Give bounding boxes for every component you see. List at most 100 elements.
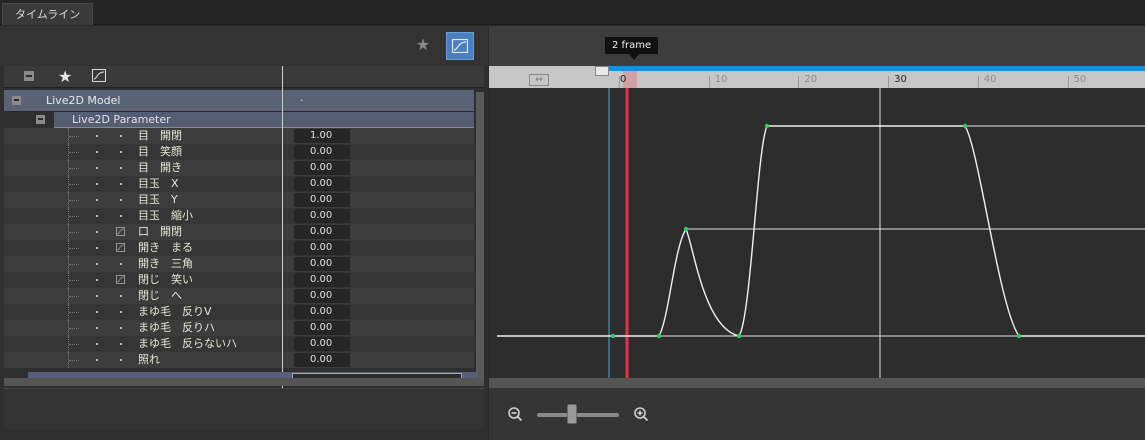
parameter-value-field[interactable]: 0.00 xyxy=(294,353,350,367)
parameter-name: 開き まる xyxy=(138,241,193,254)
zoom-slider-knob[interactable] xyxy=(567,404,577,424)
visibility-dot-icon[interactable] xyxy=(96,199,98,201)
column-divider[interactable] xyxy=(282,66,283,406)
parameter-row[interactable]: 閉じ へ 0.00 xyxy=(4,288,474,304)
parameter-name: 目玉 縮小 xyxy=(138,209,193,222)
dot-icon xyxy=(120,311,122,313)
parameter-value-field[interactable]: 0.00 xyxy=(294,225,350,239)
parameter-name: まゆ毛 反らないハ xyxy=(138,337,237,350)
tree-connector xyxy=(68,272,80,288)
parameter-name: 目 開き xyxy=(138,161,182,174)
parameter-row[interactable]: 閉じ 笑い 0.00 xyxy=(4,272,474,288)
parameter-value-field[interactable]: 0.00 xyxy=(294,273,350,287)
parameter-row[interactable]: 目玉 X 0.00 xyxy=(4,176,474,192)
parameter-value-field[interactable]: 0.00 xyxy=(294,321,350,335)
visibility-dot-icon[interactable] xyxy=(96,151,98,153)
visibility-dot-icon[interactable] xyxy=(96,247,98,249)
panel-toolbar: ★ xyxy=(0,26,488,66)
visibility-dot-icon[interactable] xyxy=(96,343,98,345)
curve-graph[interactable] xyxy=(489,88,1145,378)
keyframe-point[interactable] xyxy=(656,333,662,339)
visibility-dot-icon[interactable] xyxy=(96,311,98,313)
frame-ruler[interactable]: ↔ 0 10 20 30 40 50 xyxy=(489,66,1145,88)
parameter-row[interactable]: 開き まる 0.00 xyxy=(4,240,474,256)
parameter-row[interactable]: 目 笑顔 0.00 xyxy=(4,144,474,160)
keyframe-point[interactable] xyxy=(736,333,742,339)
tree-connector xyxy=(68,208,80,224)
panel-footer xyxy=(4,388,484,430)
play-range-bar[interactable] xyxy=(609,66,1145,71)
curve-editor-toggle-button[interactable] xyxy=(446,32,474,60)
zoom-slider-track[interactable] xyxy=(537,413,619,417)
visibility-dot-icon[interactable] xyxy=(96,231,98,233)
keyframe-point[interactable] xyxy=(683,226,689,232)
curve-icon xyxy=(452,39,468,53)
parameter-value-field[interactable]: 0.00 xyxy=(294,209,350,223)
curve-filter-icon[interactable] xyxy=(92,69,106,82)
tree-connector xyxy=(68,320,80,336)
collapse-all-icon[interactable] xyxy=(24,71,34,81)
parameter-row[interactable]: まゆ毛 反りハ 0.00 xyxy=(4,320,474,336)
parameter-name: 照れ xyxy=(138,353,160,366)
tree-row-live2d-model[interactable]: Live2D Model · xyxy=(4,90,474,112)
visibility-dot-icon[interactable] xyxy=(96,167,98,169)
tree-connector xyxy=(68,304,80,320)
parameter-name: 目玉 X xyxy=(138,177,179,190)
parameter-value-field[interactable]: 0.00 xyxy=(294,289,350,303)
visibility-dot-icon[interactable] xyxy=(96,327,98,329)
current-frame-tooltip: 2 frame xyxy=(605,37,659,60)
parameter-value-field[interactable]: 0.00 xyxy=(294,161,350,175)
ruler-major-tick xyxy=(977,76,979,88)
fit-range-icon[interactable]: ↔ xyxy=(529,74,549,86)
parameter-value-field[interactable]: 1.00 xyxy=(294,129,350,143)
collapse-parameter-icon[interactable] xyxy=(36,115,45,124)
parameter-value-field[interactable]: 0.00 xyxy=(294,337,350,351)
curve-graph-canvas[interactable] xyxy=(489,88,1145,378)
visibility-dot-icon[interactable] xyxy=(96,263,98,265)
tree-connector xyxy=(68,192,80,208)
keyframe-point[interactable] xyxy=(610,333,616,339)
parameter-row[interactable]: 目 開き 0.00 xyxy=(4,160,474,176)
zoom-out-icon[interactable] xyxy=(507,406,523,422)
visibility-dot-icon[interactable] xyxy=(96,215,98,217)
parameter-value-field[interactable]: 0.00 xyxy=(294,257,350,271)
parameter-value-field[interactable]: 0.00 xyxy=(294,177,350,191)
horizontal-scrollbar[interactable] xyxy=(4,378,484,386)
timeline-horizontal-scrollbar[interactable] xyxy=(489,378,1145,388)
parameter-row[interactable]: 目玉 縮小 0.00 xyxy=(4,208,474,224)
ruler-label: 20 xyxy=(804,74,818,85)
parameter-value-field[interactable]: 0.00 xyxy=(294,193,350,207)
collapse-model-icon[interactable] xyxy=(12,96,21,105)
favorite-star-icon[interactable]: ★ xyxy=(414,36,432,54)
parameter-value-field[interactable]: 0.00 xyxy=(294,305,350,319)
parameter-row[interactable]: 開き 三角 0.00 xyxy=(4,256,474,272)
dot-icon xyxy=(120,167,122,169)
ruler-major-tick xyxy=(1067,76,1069,88)
vertical-scrollbar[interactable] xyxy=(476,92,484,386)
parameter-row[interactable]: 照れ 0.00 xyxy=(4,352,474,368)
zoom-in-icon[interactable] xyxy=(633,406,649,422)
visibility-dot-icon[interactable] xyxy=(96,135,98,137)
keyframe-point[interactable] xyxy=(764,123,770,129)
visibility-dot-icon[interactable] xyxy=(96,295,98,297)
keyframe-point[interactable] xyxy=(962,123,968,129)
tree-row-live2d-parameter[interactable]: Live2D Parameter xyxy=(4,112,474,128)
parameter-row[interactable]: 口 開閉 0.00 xyxy=(4,224,474,240)
parameter-row[interactable]: まゆ毛 反らないハ 0.00 xyxy=(4,336,474,352)
visibility-dot-icon[interactable] xyxy=(96,279,98,281)
parameter-panel: ★ ★ Live2D Model · Live2D Parameter 目 開閉… xyxy=(0,26,488,440)
parameter-value-field[interactable]: 0.00 xyxy=(294,241,350,255)
visibility-dot-icon[interactable] xyxy=(96,183,98,185)
tree-connector xyxy=(68,256,80,272)
visibility-dot-icon[interactable] xyxy=(96,359,98,361)
tab-timeline[interactable]: タイムライン xyxy=(2,3,94,25)
curve-path[interactable] xyxy=(497,125,1145,337)
parameter-row[interactable]: 目玉 Y 0.00 xyxy=(4,192,474,208)
favorite-filter-star-icon[interactable]: ★ xyxy=(58,67,72,86)
parameter-row[interactable]: まゆ毛 反りV 0.00 xyxy=(4,304,474,320)
parameter-value-field[interactable]: 0.00 xyxy=(294,145,350,159)
parameter-name: 開き 三角 xyxy=(138,257,193,270)
parameter-row[interactable]: 目 開閉 1.00 xyxy=(4,128,474,144)
keyframe-point[interactable] xyxy=(1016,333,1022,339)
range-start-handle[interactable] xyxy=(595,66,609,76)
